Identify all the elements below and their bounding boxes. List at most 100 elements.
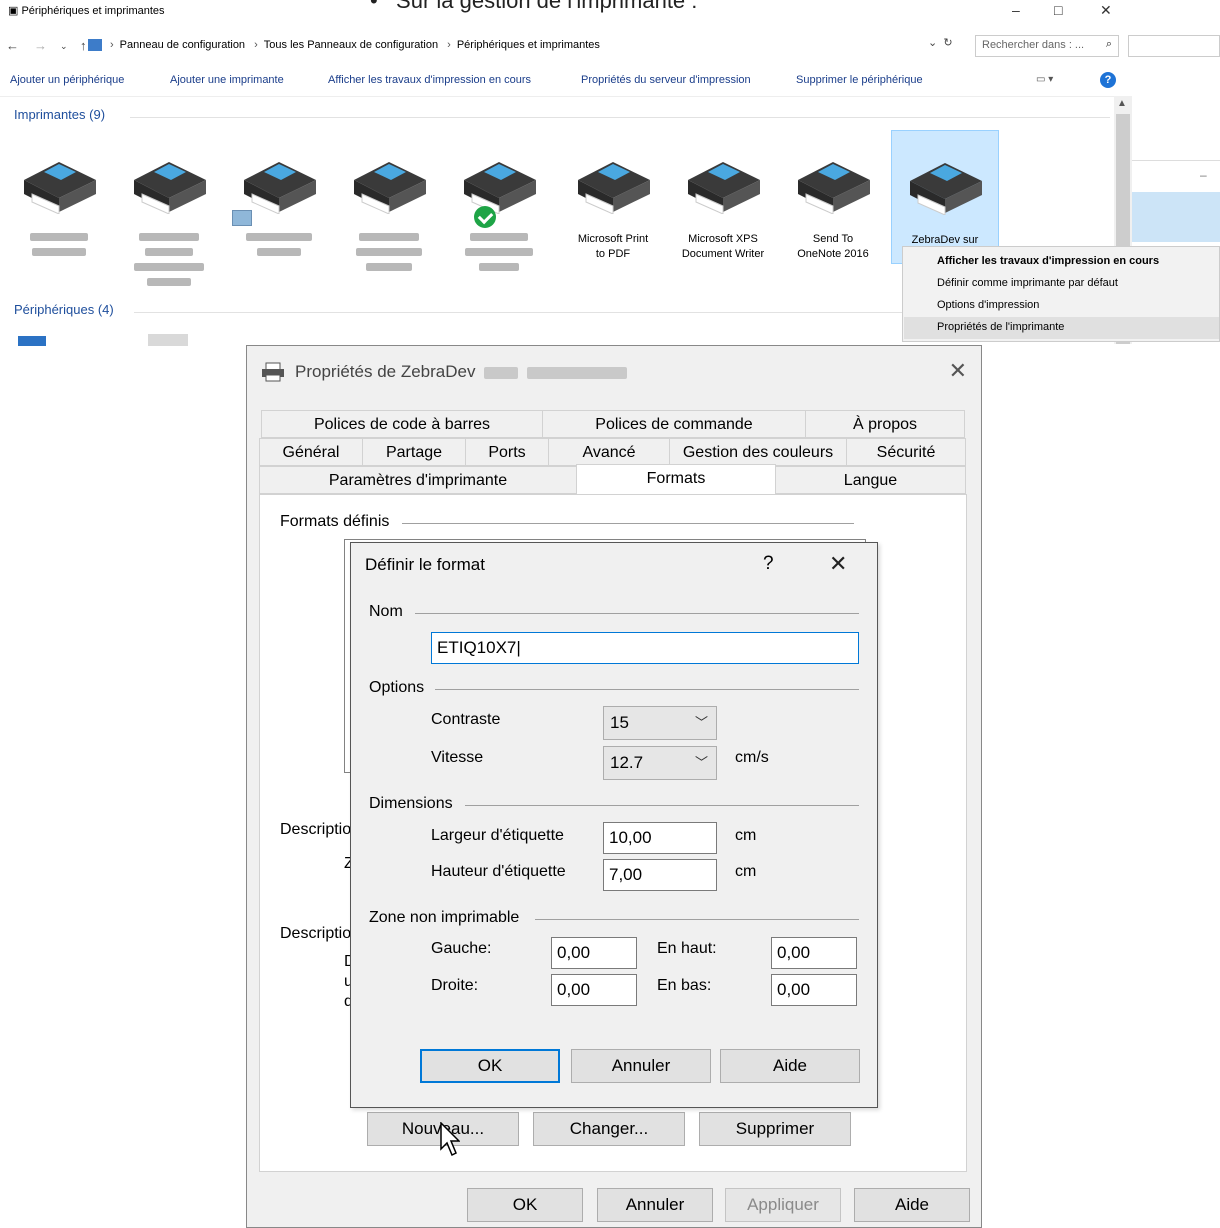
breadcrumb-item[interactable]: Tous les Panneaux de configuration	[264, 39, 438, 51]
left-margin-label: Gauche:	[431, 940, 492, 957]
printer-label-blurred	[336, 232, 442, 277]
menu-item-printer-properties[interactable]: Propriétés de l'imprimante	[937, 321, 1064, 333]
left-margin-input[interactable]: 0,00	[551, 937, 637, 969]
contrast-select[interactable]: 15 ﹀	[603, 706, 717, 740]
forward-icon[interactable]: →	[34, 38, 47, 53]
tab-ports[interactable]: Ports	[465, 438, 549, 466]
group-divider	[130, 117, 1110, 118]
tab-sharing[interactable]: Partage	[362, 438, 466, 466]
shared-users-icon	[232, 210, 252, 226]
options-group-label: Options	[369, 679, 425, 696]
checkmark-icon	[474, 206, 496, 228]
label-width-input[interactable]: 10,00	[603, 822, 717, 854]
breadcrumb-separator-icon: ›	[447, 39, 451, 51]
printer-label-blurred	[116, 232, 222, 292]
device-icon[interactable]	[18, 336, 46, 346]
delete-format-button[interactable]: Supprimer	[699, 1112, 851, 1146]
search-input[interactable]: Rechercher dans : ... ⌕	[975, 35, 1119, 57]
printer-label-blurred	[446, 232, 552, 277]
overlay-heading: • Sur la gestion de l'imprimante :	[370, 0, 697, 14]
apply-button[interactable]: Appliquer	[725, 1188, 841, 1222]
printer-label: Send To OneNote 2016	[797, 233, 869, 260]
tab-general[interactable]: Général	[259, 438, 363, 466]
printer-icon	[688, 162, 760, 214]
devices-group-title: Périphériques (4)	[14, 302, 114, 317]
help-button[interactable]: Aide	[720, 1049, 860, 1083]
help-icon[interactable]: ?	[1100, 72, 1116, 88]
add-device-button[interactable]: Ajouter un périphérique	[10, 74, 124, 86]
format-name-input[interactable]: ETIQ10X7|	[431, 632, 859, 664]
tab-language[interactable]: Langue	[775, 466, 966, 494]
cancel-button[interactable]: Annuler	[571, 1049, 711, 1083]
bullet-icon: •	[370, 0, 397, 13]
minimize-button[interactable]: –	[1012, 2, 1020, 18]
printer-icon	[24, 162, 96, 214]
text-caret: |	[516, 638, 521, 657]
close-window-button[interactable]: ✕	[1100, 2, 1112, 19]
tab-about[interactable]: À propos	[805, 410, 965, 438]
tab-advanced[interactable]: Avancé	[548, 438, 670, 466]
ok-button[interactable]: OK	[467, 1188, 583, 1222]
close-icon[interactable]: ✕	[949, 358, 967, 384]
help-button[interactable]: Aide	[854, 1188, 970, 1222]
speed-label: Vitesse	[431, 749, 484, 766]
tab-command-fonts[interactable]: Polices de commande	[542, 410, 806, 438]
tab-barcode-fonts[interactable]: Polices de code à barres	[261, 410, 543, 438]
top-margin-label: En haut:	[657, 940, 717, 957]
background-window-minimize: –	[1200, 168, 1207, 182]
label-height-input[interactable]: 7,00	[603, 859, 717, 891]
help-icon[interactable]: ?	[763, 553, 774, 575]
tab-security[interactable]: Sécurité	[846, 438, 966, 466]
printer-icon	[354, 162, 426, 214]
maximize-button[interactable]: □	[1054, 2, 1062, 18]
printer-icon	[464, 162, 536, 214]
tab-printer-settings[interactable]: Paramètres d'imprimante	[259, 466, 577, 494]
printer-item[interactable]: Microsoft XPS Document Writer	[670, 130, 776, 290]
speed-unit: cm/s	[735, 749, 769, 766]
dimensions-group-label: Dimensions	[369, 795, 453, 812]
label-width-label: Largeur d'étiquette	[431, 827, 564, 844]
view-print-jobs-button[interactable]: Afficher les travaux d'impression en cou…	[328, 74, 531, 86]
bottom-margin-input[interactable]: 0,00	[771, 974, 857, 1006]
device-icon[interactable]	[148, 334, 188, 346]
refresh-icon[interactable]: ↻	[943, 37, 952, 49]
speed-select[interactable]: 12.7 ﹀	[603, 746, 717, 780]
ok-button[interactable]: OK	[420, 1049, 560, 1083]
add-printer-button[interactable]: Ajouter une imprimante	[170, 74, 284, 86]
back-icon[interactable]: ←	[6, 38, 19, 53]
remove-device-button[interactable]: Supprimer le périphérique	[796, 74, 923, 86]
menu-item-view-print-jobs[interactable]: Afficher les travaux d'impression en cou…	[937, 255, 1159, 267]
window-title: ▣ Périphériques et imprimantes	[8, 5, 165, 17]
breadcrumb-item[interactable]: Périphériques et imprimantes	[457, 39, 600, 51]
up-icon[interactable]: ↑	[80, 38, 87, 53]
view-options-icon[interactable]: ▭ ▾	[1036, 74, 1068, 86]
menu-item-set-default[interactable]: Définir comme imprimante par défaut	[937, 277, 1118, 289]
control-panel-icon	[88, 39, 102, 51]
printer-item[interactable]	[6, 130, 112, 290]
printer-item[interactable]	[446, 130, 552, 290]
change-format-button[interactable]: Changer...	[533, 1112, 685, 1146]
background-window-selection	[1132, 192, 1220, 242]
printer-item-selected[interactable]: ZebraDev sur	[891, 130, 999, 264]
address-dropdown-icon[interactable]: ⌄	[928, 37, 937, 49]
printer-label: Microsoft XPS Document Writer	[681, 233, 765, 260]
right-margin-input[interactable]: 0,00	[551, 974, 637, 1006]
top-margin-input[interactable]: 0,00	[771, 937, 857, 969]
printer-item[interactable]	[116, 130, 222, 290]
redacted-text	[526, 366, 627, 379]
recent-dropdown-icon[interactable]: ⌄	[60, 41, 68, 52]
printer-item[interactable]	[336, 130, 442, 290]
scroll-up-icon[interactable]: ▲	[1117, 98, 1127, 109]
close-icon[interactable]: ✕	[829, 551, 847, 577]
cursor-icon	[440, 1122, 460, 1157]
printer-item[interactable]: Send To OneNote 2016	[780, 130, 886, 290]
printer-item[interactable]: Microsoft Print to PDF	[560, 130, 666, 290]
menu-item-print-options[interactable]: Options d'impression	[937, 299, 1039, 311]
tab-formats[interactable]: Formats	[576, 464, 776, 494]
margin-group-label: Zone non imprimable	[369, 909, 520, 926]
group-line	[465, 805, 859, 806]
cancel-button[interactable]: Annuler	[597, 1188, 713, 1222]
print-server-properties-button[interactable]: Propriétés du serveur d'impression	[581, 74, 751, 86]
tab-color-management[interactable]: Gestion des couleurs	[669, 438, 847, 466]
breadcrumb-item[interactable]: Panneau de configuration	[120, 39, 245, 51]
